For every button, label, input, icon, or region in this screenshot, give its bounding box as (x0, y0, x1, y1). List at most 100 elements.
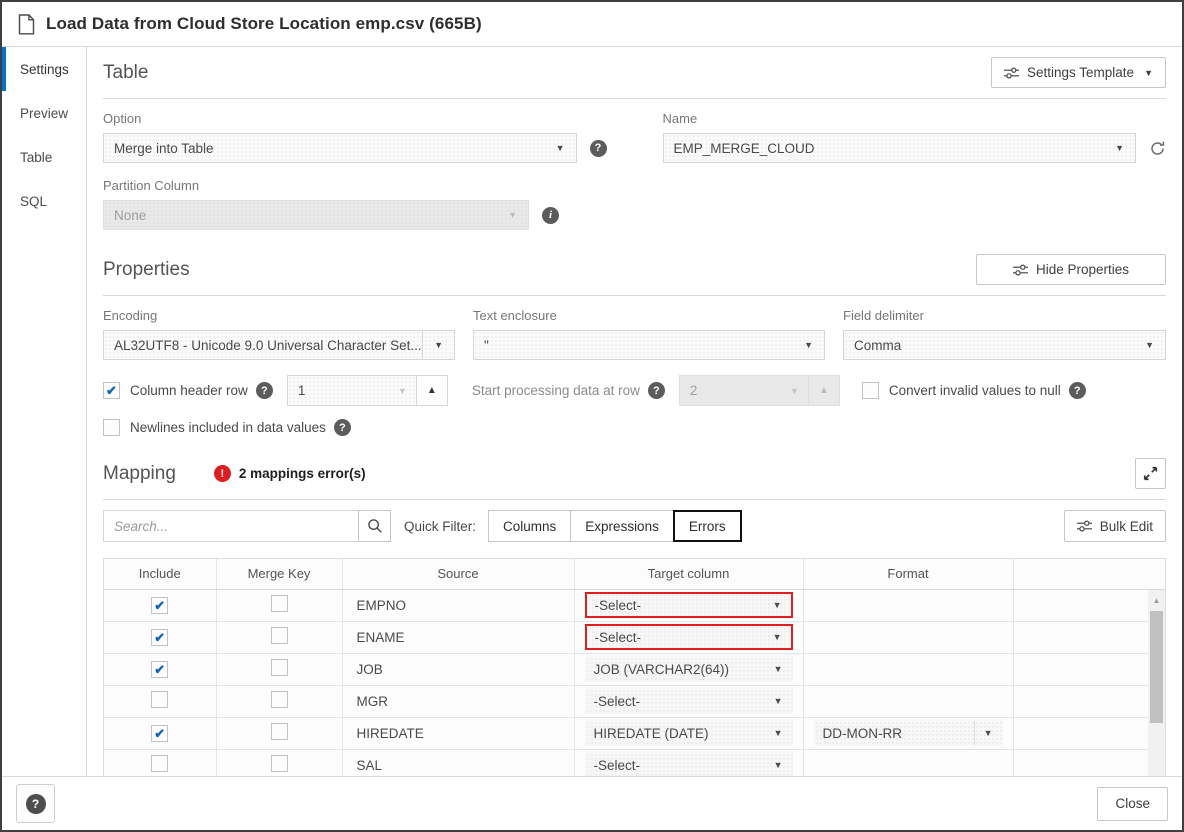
include-checkbox[interactable] (151, 628, 169, 646)
target-column-select[interactable]: -Select- ▼ (584, 752, 793, 776)
table-row: EMPNO -Select-▼ (104, 589, 1165, 622)
help-button[interactable]: ? (16, 784, 55, 823)
dialog-header: Load Data from Cloud Store Location emp.… (2, 2, 1182, 47)
chevron-down-icon: ▼ (1145, 340, 1154, 350)
sidebar-item-table[interactable]: Table (2, 135, 86, 179)
convert-invalid-checkbox[interactable] (861, 382, 879, 399)
help-icon[interactable]: ? (333, 419, 351, 436)
chevron-down-icon: ▼ (773, 696, 783, 706)
expand-icon (1143, 466, 1158, 481)
encoding-label: Encoding (103, 308, 158, 323)
search-input[interactable] (103, 510, 358, 542)
chevron-down-icon: ▼ (772, 632, 782, 642)
sliders-icon (1012, 264, 1028, 276)
help-icon[interactable]: ? (255, 382, 273, 399)
main-content: Table Settings Template ▼ Option Merge i… (87, 47, 1182, 776)
quick-filter-group: Columns Expressions Errors (488, 510, 742, 542)
target-column-select[interactable]: -Select- ▼ (584, 688, 793, 714)
column-header-row-value[interactable]: 1 ▼ (286, 375, 417, 406)
table-header-row: Include Merge Key Source Target column Forma… (104, 559, 1165, 590)
field-delimiter-label: Field delimiter (843, 308, 924, 323)
vertical-scrollbar[interactable]: ▲ ▼ (1148, 590, 1165, 776)
sidebar-item-preview[interactable]: Preview (2, 91, 86, 135)
option-select[interactable]: Merge into Table ▼ (103, 133, 577, 163)
filter-expressions-button[interactable]: Expressions (570, 510, 674, 542)
table-row: SAL -Select- ▼ (104, 749, 1165, 776)
field-delimiter-field-group: Field delimiter Comma ▼ (843, 308, 1166, 360)
sidebar-item-settings[interactable]: Settings (2, 47, 86, 91)
bulk-edit-button[interactable]: Bulk Edit (1063, 510, 1166, 542)
option-label: Option (103, 111, 142, 126)
merge-key-checkbox[interactable] (270, 627, 288, 644)
convert-invalid-label: Convert invalid values to null (888, 383, 1061, 398)
merge-key-checkbox[interactable] (270, 659, 288, 676)
format-select[interactable]: DD-MON-RR ▼ (813, 720, 1003, 746)
target-column-select[interactable]: JOB (VARCHAR2(64)) ▼ (584, 656, 793, 682)
help-icon[interactable]: ? (647, 382, 665, 399)
newlines-checkbox[interactable] (103, 419, 120, 436)
chevron-down-icon: ▼ (973, 721, 1002, 745)
text-enclosure-select[interactable]: " ▼ (473, 330, 825, 360)
sliders-icon (1076, 520, 1092, 532)
encoding-select[interactable]: AL32UTF8 - Unicode 9.0 Universal Charact… (103, 330, 455, 360)
help-icon[interactable]: ? (1068, 382, 1086, 399)
chevron-down-icon: ▼ (422, 331, 454, 359)
properties-section-header: Properties Hide Properties (103, 252, 1166, 296)
include-checkbox[interactable] (151, 691, 169, 708)
name-select[interactable]: EMP_MERGE_CLOUD ▼ (662, 133, 1136, 163)
table-row: MGR -Select- ▼ (104, 685, 1165, 718)
start-processing-label: Start processing data at row (471, 383, 640, 398)
expand-button[interactable] (1135, 458, 1166, 489)
search-button[interactable] (358, 510, 391, 542)
chevron-down-icon: ▼ (555, 143, 565, 153)
column-header-row-checkbox[interactable] (103, 382, 120, 399)
column-header-row-stepper: 1 ▼ ▲ (286, 375, 448, 406)
refresh-icon[interactable] (1149, 140, 1166, 157)
table-section-title: Table (103, 61, 149, 83)
table-row: ENAME -Select-▼ (104, 621, 1165, 654)
chevron-down-icon[interactable]: ▼ (389, 376, 416, 405)
merge-key-checkbox[interactable] (270, 723, 288, 740)
column-header: Merge Key (216, 559, 343, 590)
name-field-group: Name EMP_MERGE_CLOUD ▼ (662, 111, 1167, 163)
scroll-up-icon[interactable]: ▲ (1148, 592, 1165, 608)
filter-errors-button[interactable]: Errors (672, 510, 742, 542)
sliders-icon (1004, 67, 1019, 79)
merge-key-checkbox[interactable] (270, 755, 288, 772)
dialog-footer: ? Close (2, 776, 1182, 830)
mapping-error-summary: ! 2 mappings error(s) (213, 465, 366, 482)
filter-columns-button[interactable]: Columns (488, 510, 572, 542)
mapping-toolbar: Quick Filter: Columns Expressions Errors (103, 510, 1166, 542)
include-checkbox[interactable] (151, 755, 169, 772)
target-column-select[interactable]: HIREDATE (DATE) ▼ (584, 720, 793, 746)
sidebar-item-sql[interactable]: SQL (2, 179, 86, 223)
close-button[interactable]: Close (1097, 786, 1168, 821)
chevron-up-icon[interactable]: ▲ (416, 375, 448, 406)
merge-key-checkbox[interactable] (270, 691, 288, 708)
mapping-table: Include Merge Key Source Target column Forma… (104, 559, 1165, 776)
chevron-down-icon: ▼ (773, 760, 783, 770)
newlines-label: Newlines included in data values (130, 420, 326, 435)
field-delimiter-select[interactable]: Comma ▼ (843, 330, 1166, 360)
hide-properties-button[interactable]: Hide Properties (976, 254, 1166, 285)
help-icon[interactable]: ? (589, 139, 607, 157)
table-row: JOB JOB (VARCHAR2(64))▼ (104, 653, 1165, 686)
target-column-select[interactable]: -Select- ▼ (584, 624, 793, 650)
search-icon (367, 518, 383, 534)
column-header-filler (1013, 559, 1165, 590)
source-column-name: SAL (356, 757, 383, 773)
include-checkbox[interactable] (151, 724, 169, 742)
document-icon (18, 13, 35, 35)
include-checkbox[interactable] (151, 660, 169, 678)
partition-label: Partition Column (103, 178, 200, 193)
info-icon[interactable]: i (542, 206, 559, 224)
column-header-row-label: Column header row (130, 383, 248, 398)
option-field-group: Option Merge into Table ▼ ? (103, 111, 607, 163)
settings-template-button[interactable]: Settings Template ▼ (991, 57, 1166, 88)
source-column-name: EMPNO (356, 597, 407, 613)
target-column-select[interactable]: -Select- ▼ (584, 592, 793, 618)
merge-key-checkbox[interactable] (270, 595, 288, 612)
include-checkbox[interactable] (151, 596, 169, 614)
scrollbar-thumb[interactable] (1150, 611, 1163, 723)
chevron-down-icon: ▼ (508, 210, 517, 220)
